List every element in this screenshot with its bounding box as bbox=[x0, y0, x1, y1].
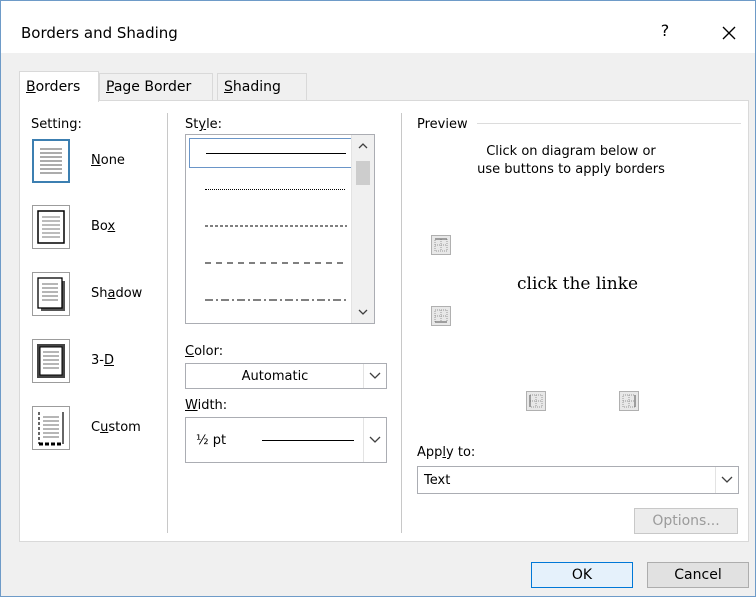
setting-custom-label: Custom bbox=[91, 420, 141, 435]
tab-shading-label: hading bbox=[232, 79, 281, 95]
setting-custom-icon bbox=[32, 406, 70, 450]
setting-divider bbox=[167, 113, 168, 533]
setting-box-label: Box bbox=[91, 219, 116, 234]
tab-shading-access-key: S bbox=[224, 79, 233, 95]
width-dropdown[interactable]: ½ pt bbox=[185, 417, 387, 463]
width-value: ½ pt bbox=[196, 433, 227, 448]
setting-box-icon bbox=[32, 205, 70, 249]
help-button[interactable]: ? bbox=[653, 19, 677, 43]
bottom-border-button[interactable] bbox=[431, 306, 451, 326]
setting-3d-icon bbox=[32, 339, 70, 383]
style-scrollbar[interactable] bbox=[351, 135, 374, 323]
preview-heading: Preview bbox=[417, 117, 468, 132]
width-line-sample bbox=[262, 440, 354, 441]
style-option-solid[interactable] bbox=[189, 138, 353, 168]
right-border-icon bbox=[622, 394, 636, 408]
chevron-down-icon bbox=[369, 436, 381, 443]
setting-3d[interactable]: 3-D bbox=[32, 339, 172, 383]
setting-none[interactable]: None bbox=[32, 139, 172, 183]
chevron-down-icon bbox=[369, 372, 381, 379]
preview-sample-text[interactable]: click the linke bbox=[517, 274, 638, 294]
top-border-button[interactable] bbox=[431, 235, 451, 255]
color-dropdown-arrow[interactable] bbox=[363, 364, 386, 388]
dialog-title: Borders and Shading bbox=[21, 24, 178, 42]
cancel-button[interactable]: Cancel bbox=[647, 562, 749, 588]
apply-to-value: Text bbox=[424, 473, 451, 488]
style-listbox[interactable] bbox=[185, 134, 375, 324]
preview-group-line bbox=[477, 123, 741, 124]
close-button[interactable] bbox=[715, 19, 743, 47]
preview-instructions: Click on diagram below or use buttons to… bbox=[421, 143, 721, 179]
tab-borders[interactable]: Borders bbox=[19, 71, 99, 102]
style-divider bbox=[401, 113, 402, 533]
right-border-button[interactable] bbox=[619, 391, 639, 411]
apply-to-heading: Apply to: bbox=[417, 445, 476, 460]
chevron-down-icon bbox=[721, 476, 733, 483]
setting-shadow-label: Shadow bbox=[91, 286, 143, 301]
preview-instruction-line1: Click on diagram below or bbox=[486, 144, 656, 159]
color-dropdown[interactable]: Automatic bbox=[185, 363, 387, 389]
width-dropdown-arrow[interactable] bbox=[363, 418, 386, 462]
tab-shading[interactable]: Shading bbox=[217, 73, 307, 100]
tab-page-border-label: age Border bbox=[113, 79, 192, 95]
setting-box[interactable]: Box bbox=[32, 205, 172, 249]
borders-and-shading-dialog: Borders and Shading ? Borders Page Borde… bbox=[0, 0, 756, 597]
setting-none-icon bbox=[32, 139, 70, 183]
scroll-up-icon[interactable] bbox=[352, 135, 374, 157]
close-icon bbox=[722, 26, 736, 40]
width-heading: Width: bbox=[185, 398, 228, 413]
setting-custom[interactable]: Custom bbox=[32, 406, 172, 450]
tab-page-border-access-key: P bbox=[106, 79, 114, 95]
style-option-dashed-short[interactable] bbox=[189, 212, 353, 242]
preview-instruction-line2: use buttons to apply borders bbox=[477, 162, 665, 177]
dialog-footer bbox=[1, 543, 755, 596]
setting-none-label: None bbox=[91, 153, 125, 168]
ok-button[interactable]: OK bbox=[531, 562, 633, 588]
setting-shadow[interactable]: Shadow bbox=[32, 272, 172, 316]
setting-heading: Setting: bbox=[31, 117, 82, 132]
setting-3d-label: 3-D bbox=[91, 353, 114, 368]
style-heading: Style: bbox=[185, 117, 223, 132]
style-option-dash-dot[interactable] bbox=[189, 286, 353, 316]
left-border-button[interactable] bbox=[526, 391, 546, 411]
apply-to-dropdown[interactable]: Text bbox=[417, 466, 739, 494]
left-border-icon bbox=[529, 394, 543, 408]
apply-to-dropdown-arrow[interactable] bbox=[715, 467, 738, 493]
title-bar: Borders and Shading ? bbox=[1, 1, 755, 53]
setting-shadow-icon bbox=[32, 272, 70, 316]
color-value: Automatic bbox=[241, 369, 309, 384]
style-option-dashed[interactable] bbox=[189, 249, 353, 279]
style-option-dotted[interactable] bbox=[189, 175, 353, 205]
tab-borders-label: orders bbox=[35, 79, 81, 95]
tab-page-border[interactable]: Page Border bbox=[99, 73, 213, 100]
scroll-down-icon[interactable] bbox=[352, 301, 374, 323]
scroll-thumb[interactable] bbox=[356, 161, 370, 185]
options-button[interactable]: Options... bbox=[634, 508, 738, 534]
top-border-icon bbox=[434, 238, 448, 252]
tab-borders-access-key: B bbox=[26, 79, 36, 95]
color-heading: Color: bbox=[185, 344, 224, 359]
bottom-border-icon bbox=[434, 309, 448, 323]
